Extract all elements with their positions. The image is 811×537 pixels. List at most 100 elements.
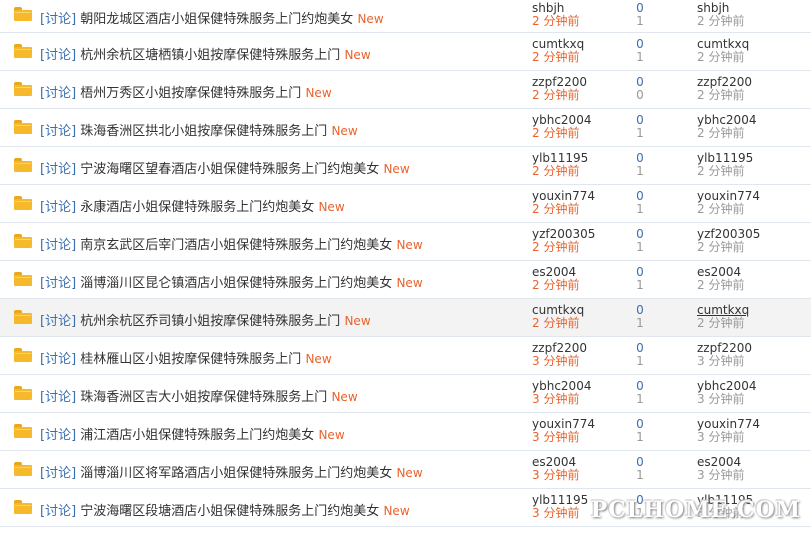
author-link[interactable]: ylb11195 — [532, 151, 588, 165]
thread-row[interactable]: [讨论] 梧州万秀区小姐按摩保健特殊服务上门 New zzpf2200 2 分钟前 0… — [0, 71, 811, 109]
thread-row[interactable]: [讨论] 朝阳龙城区酒店小姐保健特殊服务上门约炮美女 New shbjh 2 分钟前… — [0, 0, 811, 33]
author-link[interactable]: ylb11195 — [532, 493, 588, 507]
thread-title-link[interactable]: 南京玄武区后宰门酒店小姐保健特殊服务上门约炮美女 — [80, 238, 392, 253]
thread-title-cell: [讨论] 浦江酒店小姐保健特殊服务上门约炮美女 New — [40, 424, 345, 443]
thread-tag-link[interactable]: [讨论] — [40, 504, 76, 519]
thread-title-link[interactable]: 杭州余杭区乔司镇小姐按摩保健特殊服务上门 — [80, 314, 340, 329]
author-link[interactable]: es2004 — [532, 455, 579, 469]
author-link[interactable]: youxin774 — [532, 417, 595, 431]
author-cell: youxin774 3 分钟前 — [532, 417, 595, 444]
author-link[interactable]: youxin774 — [532, 189, 595, 203]
new-badge: New — [383, 162, 410, 176]
thread-row[interactable]: [讨论] 南京玄武区后宰门酒店小姐保健特殊服务上门约炮美女 New yzf2003… — [0, 223, 811, 261]
new-badge: New — [344, 314, 371, 328]
thread-row[interactable]: [讨论] 淄博淄川区昆仑镇酒店小姐保健特殊服务上门约炮美女 New es2004 2… — [0, 261, 811, 299]
last-post-time-link[interactable]: 3 分钟前 — [697, 469, 744, 482]
thread-title-link[interactable]: 杭州余杭区塘栖镇小姐按摩保健特殊服务上门 — [80, 48, 340, 63]
author-link[interactable]: cumtkxq — [532, 303, 584, 317]
thread-title-cell: [讨论] 淄博淄川区将军路酒店小姐保健特殊服务上门约炮美女 New — [40, 462, 423, 481]
thread-title-link[interactable]: 梧州万秀区小姐按摩保健特殊服务上门 — [80, 86, 301, 101]
reply-count: 0 — [636, 417, 644, 431]
reply-count: 0 — [636, 303, 644, 317]
thread-tag-link[interactable]: [讨论] — [40, 12, 76, 27]
last-post-user-link[interactable]: youxin774 — [697, 189, 760, 203]
thread-tag-link[interactable]: [讨论] — [40, 200, 76, 215]
thread-title-link[interactable]: 珠海香洲区拱北小姐按摩保健特殊服务上门 — [80, 124, 327, 139]
thread-row[interactable]: [讨论] 永康酒店小姐保健特殊服务上门约炮美女 New youxin774 2 分钟… — [0, 185, 811, 223]
thread-title-cell: [讨论] 朝阳龙城区酒店小姐保健特殊服务上门约炮美女 New — [40, 8, 384, 27]
last-post-user-link[interactable]: zzpf2200 — [697, 341, 752, 355]
last-post-user-link[interactable]: ybhc2004 — [697, 113, 756, 127]
last-post-user-link[interactable]: ybhc2004 — [697, 379, 756, 393]
last-post-user-link[interactable]: zzpf2200 — [697, 75, 752, 89]
thread-row[interactable]: [讨论] 杭州余杭区乔司镇小姐按摩保健特殊服务上门 New cumtkxq 2 分钟… — [0, 299, 811, 337]
last-post-time-link[interactable]: 3 分钟前 — [697, 355, 752, 368]
last-post-user-link[interactable]: es2004 — [697, 265, 744, 279]
author-link[interactable]: yzf200305 — [532, 227, 595, 241]
thread-row[interactable]: [讨论] 杭州余杭区塘栖镇小姐按摩保健特殊服务上门 New cumtkxq 2 分钟… — [0, 33, 811, 71]
post-time: 3 分钟前 — [532, 468, 580, 482]
last-post-cell: zzpf2200 2 分钟前 — [697, 75, 752, 102]
view-count: 1 — [636, 14, 644, 28]
last-post-time-link[interactable]: 3 分钟前 — [697, 431, 760, 444]
post-time: 3 分钟前 — [532, 430, 580, 444]
thread-row[interactable]: [讨论] 珠海香洲区吉大小姐按摩保健特殊服务上门 New ybhc2004 3 分钟… — [0, 375, 811, 413]
last-post-time-link[interactable]: 3 分钟前 — [697, 393, 756, 406]
last-post-user-link[interactable]: es2004 — [697, 455, 744, 469]
last-post-user-link[interactable]: ylb11195 — [697, 151, 753, 165]
last-post-time-link[interactable]: 2 分钟前 — [697, 241, 760, 254]
thread-title-link[interactable]: 浦江酒店小姐保健特殊服务上门约炮美女 — [80, 428, 314, 443]
last-post-cell: zzpf2200 3 分钟前 — [697, 341, 752, 368]
author-link[interactable]: ybhc2004 — [532, 379, 591, 393]
thread-tag-link[interactable]: [讨论] — [40, 48, 76, 63]
new-badge: New — [331, 390, 358, 404]
thread-title-link[interactable]: 永康酒店小姐保健特殊服务上门约炮美女 — [80, 200, 314, 215]
last-post-time-link[interactable]: 2 分钟前 — [697, 317, 749, 330]
thread-tag-link[interactable]: [讨论] — [40, 276, 76, 291]
thread-row[interactable]: [讨论] 淄博淄川区将军路酒店小姐保健特殊服务上门约炮美女 New es2004 3… — [0, 451, 811, 489]
author-link[interactable]: zzpf2200 — [532, 341, 587, 355]
last-post-time-link[interactable]: 2 分钟前 — [697, 279, 744, 292]
thread-tag-link[interactable]: [讨论] — [40, 390, 76, 405]
author-link[interactable]: cumtkxq — [532, 37, 584, 51]
last-post-time-link[interactable]: 2 分钟前 — [697, 15, 744, 28]
author-link[interactable]: shbjh — [532, 1, 579, 15]
reply-count: 0 — [636, 455, 644, 469]
last-post-user-link[interactable]: shbjh — [697, 1, 744, 15]
thread-row[interactable]: [讨论] 桂林雁山区小姐按摩保健特殊服务上门 New zzpf2200 3 分钟前 0… — [0, 337, 811, 375]
thread-title-link[interactable]: 珠海香洲区吉大小姐按摩保健特殊服务上门 — [80, 390, 327, 405]
thread-row[interactable]: [讨论] 浦江酒店小姐保健特殊服务上门约炮美女 New youxin774 3 分钟… — [0, 413, 811, 451]
thread-tag-link[interactable]: [讨论] — [40, 352, 76, 367]
author-link[interactable]: es2004 — [532, 265, 579, 279]
author-link[interactable]: zzpf2200 — [532, 75, 587, 89]
author-link[interactable]: ybhc2004 — [532, 113, 591, 127]
last-post-time-link[interactable]: 2 分钟前 — [697, 51, 749, 64]
thread-tag-link[interactable]: [讨论] — [40, 466, 76, 481]
last-post-time-link[interactable]: 2 分钟前 — [697, 89, 752, 102]
thread-title-link[interactable]: 淄博淄川区将军路酒店小姐保健特殊服务上门约炮美女 — [80, 466, 392, 481]
thread-title-link[interactable]: 淄博淄川区昆仑镇酒店小姐保健特殊服务上门约炮美女 — [80, 276, 392, 291]
last-post-user-link[interactable]: cumtkxq — [697, 303, 749, 317]
last-post-user-link[interactable]: yzf200305 — [697, 227, 760, 241]
folder-icon — [14, 44, 32, 58]
thread-title-link[interactable]: 桂林雁山区小姐按摩保健特殊服务上门 — [80, 352, 301, 367]
last-post-time-link[interactable]: 2 分钟前 — [697, 165, 753, 178]
post-time: 3 分钟前 — [532, 392, 580, 406]
thread-tag-link[interactable]: [讨论] — [40, 238, 76, 253]
thread-title-link[interactable]: 宁波海曙区段塘酒店小姐保健特殊服务上门约炮美女 — [80, 504, 379, 519]
thread-tag-link[interactable]: [讨论] — [40, 428, 76, 443]
last-post-time-link[interactable]: 2 分钟前 — [697, 127, 756, 140]
last-post-user-link[interactable]: cumtkxq — [697, 37, 749, 51]
last-post-user-link[interactable]: youxin774 — [697, 417, 760, 431]
thread-tag-link[interactable]: [讨论] — [40, 124, 76, 139]
last-post-time-link[interactable]: 2 分钟前 — [697, 203, 760, 216]
new-badge: New — [344, 48, 371, 62]
thread-tag-link[interactable]: [讨论] — [40, 314, 76, 329]
thread-title-link[interactable]: 宁波海曙区望春酒店小姐保健特殊服务上门约炮美女 — [80, 162, 379, 177]
thread-tag-link[interactable]: [讨论] — [40, 86, 76, 101]
thread-title-link[interactable]: 朝阳龙城区酒店小姐保健特殊服务上门约炮美女 — [80, 12, 353, 27]
thread-row[interactable]: [讨论] 珠海香洲区拱北小姐按摩保健特殊服务上门 New ybhc2004 2 分钟… — [0, 109, 811, 147]
thread-row[interactable]: [讨论] 宁波海曙区望春酒店小姐保健特殊服务上门约炮美女 New ylb11195… — [0, 147, 811, 185]
new-badge: New — [331, 124, 358, 138]
thread-tag-link[interactable]: [讨论] — [40, 162, 76, 177]
